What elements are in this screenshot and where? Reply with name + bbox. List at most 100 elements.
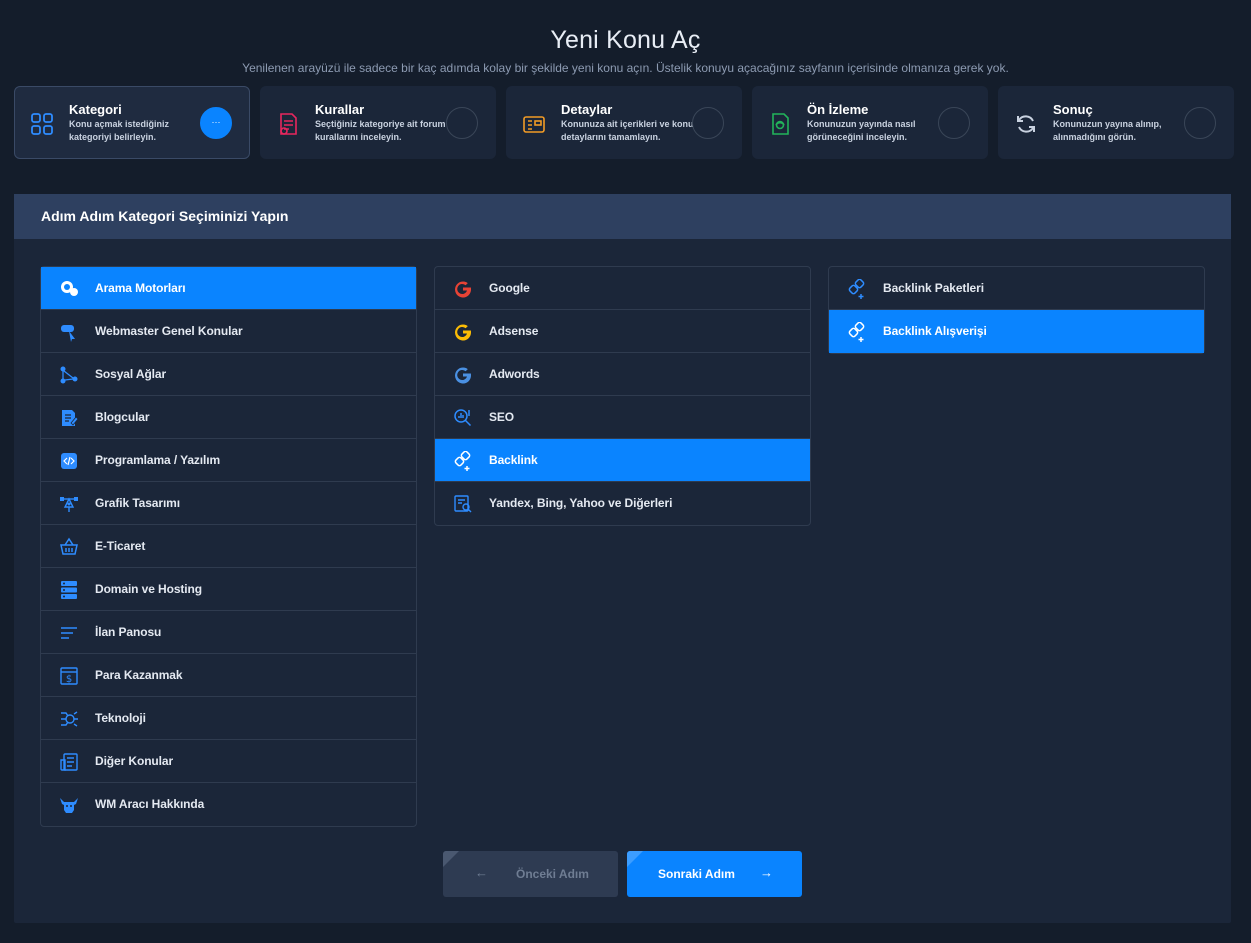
step-desc: Konunuzun yayında nasıl görüneceğini inc…	[807, 119, 916, 142]
category-item[interactable]: Grafik Tasarımı	[41, 482, 416, 525]
subcategory-item[interactable]: Backlink	[435, 439, 810, 482]
rules-doc-icon	[280, 113, 297, 135]
step-kategori[interactable]: Kategori Konu açmak istediğiniz kategori…	[14, 86, 250, 159]
server-icon	[61, 581, 77, 599]
bull-icon	[60, 798, 78, 813]
category-item[interactable]: Webmaster Genel Konular	[41, 310, 416, 353]
subcategory-label: Adsense	[489, 324, 539, 338]
button-corner-decoration	[627, 851, 643, 867]
leaf-category-item[interactable]: Backlink Paketleri	[829, 267, 1204, 310]
subcategory-item[interactable]: SEO	[435, 396, 810, 439]
page-header: Yeni Konu Aç Yenilenen arayüzü ile sadec…	[0, 26, 1251, 75]
step-status-circle	[938, 107, 970, 139]
category-item[interactable]: İlan Panosu	[41, 611, 416, 654]
seo-search-icon	[454, 409, 472, 427]
subcategory-item[interactable]: Adsense	[435, 310, 810, 353]
category-item[interactable]: Diğer Konular	[41, 740, 416, 783]
subcategory-item[interactable]: Adwords	[435, 353, 810, 396]
category-item[interactable]: E-Ticaret	[41, 525, 416, 568]
category-label: Blogcular	[95, 410, 150, 424]
step-title: Kurallar	[315, 102, 365, 117]
category-item[interactable]: Sosyal Ağlar	[41, 353, 416, 396]
category-label: Teknoloji	[95, 711, 146, 725]
category-item[interactable]: Programlama / Yazılım	[41, 439, 416, 482]
webmaster-icon	[61, 325, 75, 342]
backlink-icon	[848, 279, 865, 299]
basket-icon	[60, 537, 78, 555]
step-desc: Seçtiğiniz kategoriye ait forum kurallar…	[315, 119, 446, 142]
leaf-category-item[interactable]: Backlink Alışverişi	[829, 310, 1204, 353]
category-label: Arama Motorları	[95, 281, 186, 295]
grid-icon	[31, 113, 53, 135]
wizard-steps: Kategori Konu açmak istediğiniz kategori…	[14, 86, 1234, 159]
subcategory-label: Adwords	[489, 367, 540, 381]
page-title: Yeni Konu Aç	[550, 26, 701, 54]
leaf-category-label: Backlink Paketleri	[883, 281, 984, 295]
refresh-icon	[1017, 115, 1035, 133]
category-label: İlan Panosu	[95, 625, 162, 639]
category-label: Webmaster Genel Konular	[95, 324, 243, 338]
document-icon	[60, 753, 78, 771]
blog-edit-icon	[62, 410, 79, 426]
category-label: Para Kazanmak	[95, 668, 183, 682]
step-status-circle: ···	[200, 107, 232, 139]
category-label: Programlama / Yazılım	[95, 453, 221, 467]
step-status-circle	[446, 107, 478, 139]
page-subtitle: Yenilenen arayüzü ile sadece bir kaç adı…	[242, 61, 1009, 75]
category-list: Arama Motorları Webmaster Genel Konular …	[40, 266, 417, 827]
panel-title: Adım Adım Kategori Seçiminizi Yapın	[41, 208, 289, 224]
category-item[interactable]: Domain ve Hosting	[41, 568, 416, 611]
leaf-category-label: Backlink Alışverişi	[883, 324, 987, 338]
step-detaylar[interactable]: Detaylar Konunuza ait içerikleri ve konu…	[506, 86, 742, 159]
step-title: Detaylar	[561, 102, 613, 117]
step-title: Ön İzleme	[807, 102, 869, 117]
step-desc: Konu açmak istediğiniz kategoriyi belirl…	[69, 119, 170, 142]
step-status-circle	[1184, 107, 1216, 139]
subcategory-label: SEO	[489, 410, 515, 424]
google-icon	[455, 324, 472, 341]
leaf-category-list: Backlink Paketleri Backlink Alışverişi	[828, 266, 1205, 354]
step-kurallar[interactable]: Kurallar Seçtiğiniz kategoriye ait forum…	[260, 86, 496, 159]
previous-step-label: Önceki Adım	[516, 867, 589, 881]
search-doc-icon	[454, 495, 472, 513]
money-icon: $	[60, 667, 78, 685]
category-item[interactable]: Arama Motorları	[41, 267, 416, 310]
category-label: Sosyal Ağlar	[95, 367, 167, 381]
vector-pen-icon	[60, 497, 78, 512]
subcategory-label: Yandex, Bing, Yahoo ve Diğerleri	[489, 496, 673, 510]
preview-doc-icon	[772, 113, 789, 135]
google-icon	[455, 367, 472, 384]
backlink-icon	[454, 451, 471, 471]
subcategory-list: Google Adsense Adwords SEO Backlink Yand…	[434, 266, 811, 526]
list-lines-icon	[61, 627, 77, 639]
subcategory-label: Google	[489, 281, 530, 295]
svg-text:$: $	[66, 674, 72, 685]
button-corner-decoration	[443, 851, 459, 867]
step-sonuc[interactable]: Sonuç Konunuzun yayına alınıp, alınmadığ…	[998, 86, 1234, 159]
step-status-circle	[692, 107, 724, 139]
search-engine-icon	[61, 281, 78, 296]
category-label: E-Ticaret	[95, 539, 146, 553]
category-item[interactable]: WM Aracı Hakkında	[41, 783, 416, 826]
previous-step-button[interactable]: ← Önceki Adım	[443, 851, 618, 897]
arrow-right-icon: →	[760, 865, 773, 880]
backlink-icon	[848, 322, 865, 342]
step-on-izleme[interactable]: Ön İzleme Konunuzun yayında nasıl görüne…	[752, 86, 988, 159]
category-item[interactable]: Blogcular	[41, 396, 416, 439]
next-step-label: Sonraki Adım	[658, 867, 735, 881]
subcategory-item[interactable]: Yandex, Bing, Yahoo ve Diğerleri	[435, 482, 810, 525]
step-desc: Konunuza ait içerikleri ve konu detaylar…	[561, 119, 694, 142]
code-icon	[61, 453, 77, 469]
step-desc: Konunuzun yayına alınıp, alınmadığını gö…	[1053, 119, 1162, 142]
step-title: Sonuç	[1053, 102, 1093, 117]
category-item[interactable]: Teknoloji	[41, 697, 416, 740]
category-label: Diğer Konular	[95, 754, 174, 768]
arrow-left-icon: ←	[475, 865, 488, 880]
category-label: Domain ve Hosting	[95, 582, 202, 596]
subcategory-item[interactable]: Google	[435, 267, 810, 310]
next-step-button[interactable]: Sonraki Adım →	[627, 851, 802, 897]
subcategory-label: Backlink	[489, 453, 538, 467]
category-item[interactable]: $ Para Kazanmak	[41, 654, 416, 697]
category-label: WM Aracı Hakkında	[95, 797, 205, 811]
technology-icon	[61, 711, 78, 727]
